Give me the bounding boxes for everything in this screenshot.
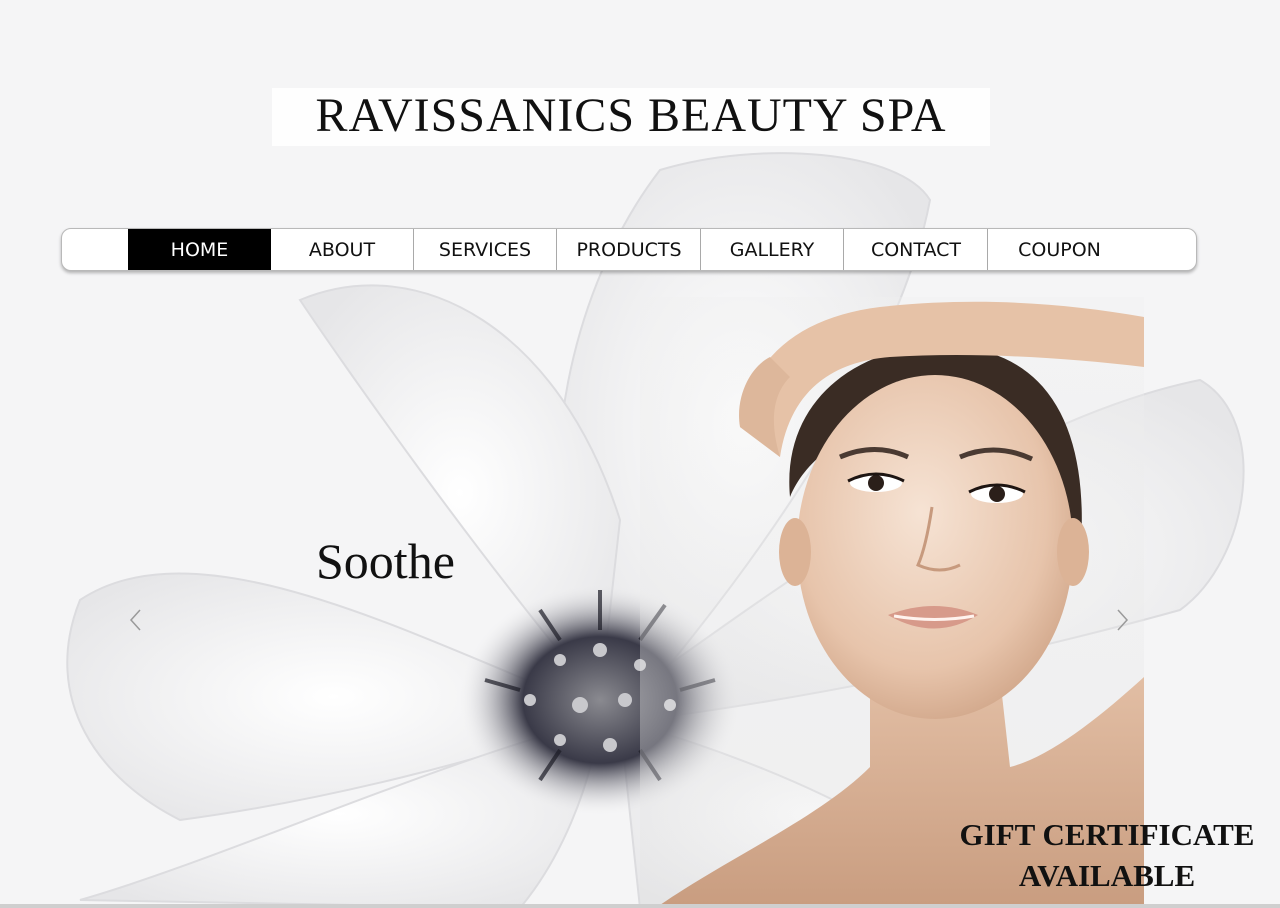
gift-certificate-line: GIFT CERTIFICATE [959,817,1255,852]
nav-item-contact[interactable]: CONTACT [845,229,988,270]
chevron-left-icon[interactable] [126,607,146,633]
site-title: RAVISSANICS BEAUTY SPA [315,89,947,142]
gift-certificate-banner[interactable]: GIFT CERTIFICATE AVAILABLE [948,814,1266,896]
main-navigation: HOME ABOUT SERVICES PRODUCTS GALLERY CON… [61,228,1197,271]
nav-item-home[interactable]: HOME [128,229,271,270]
chevron-right-icon[interactable] [1112,607,1132,633]
nav-item-products[interactable]: PRODUCTS [558,229,701,270]
nav-item-about[interactable]: ABOUT [271,229,414,270]
nav-item-gallery[interactable]: GALLERY [701,229,844,270]
nav-item-coupon[interactable]: COUPON [988,229,1131,270]
nav-item-services[interactable]: SERVICES [414,229,557,270]
window-bottom-border [0,904,1280,908]
gift-available-line: AVAILABLE [1018,858,1196,893]
slide-caption: Soothe [316,533,455,589]
